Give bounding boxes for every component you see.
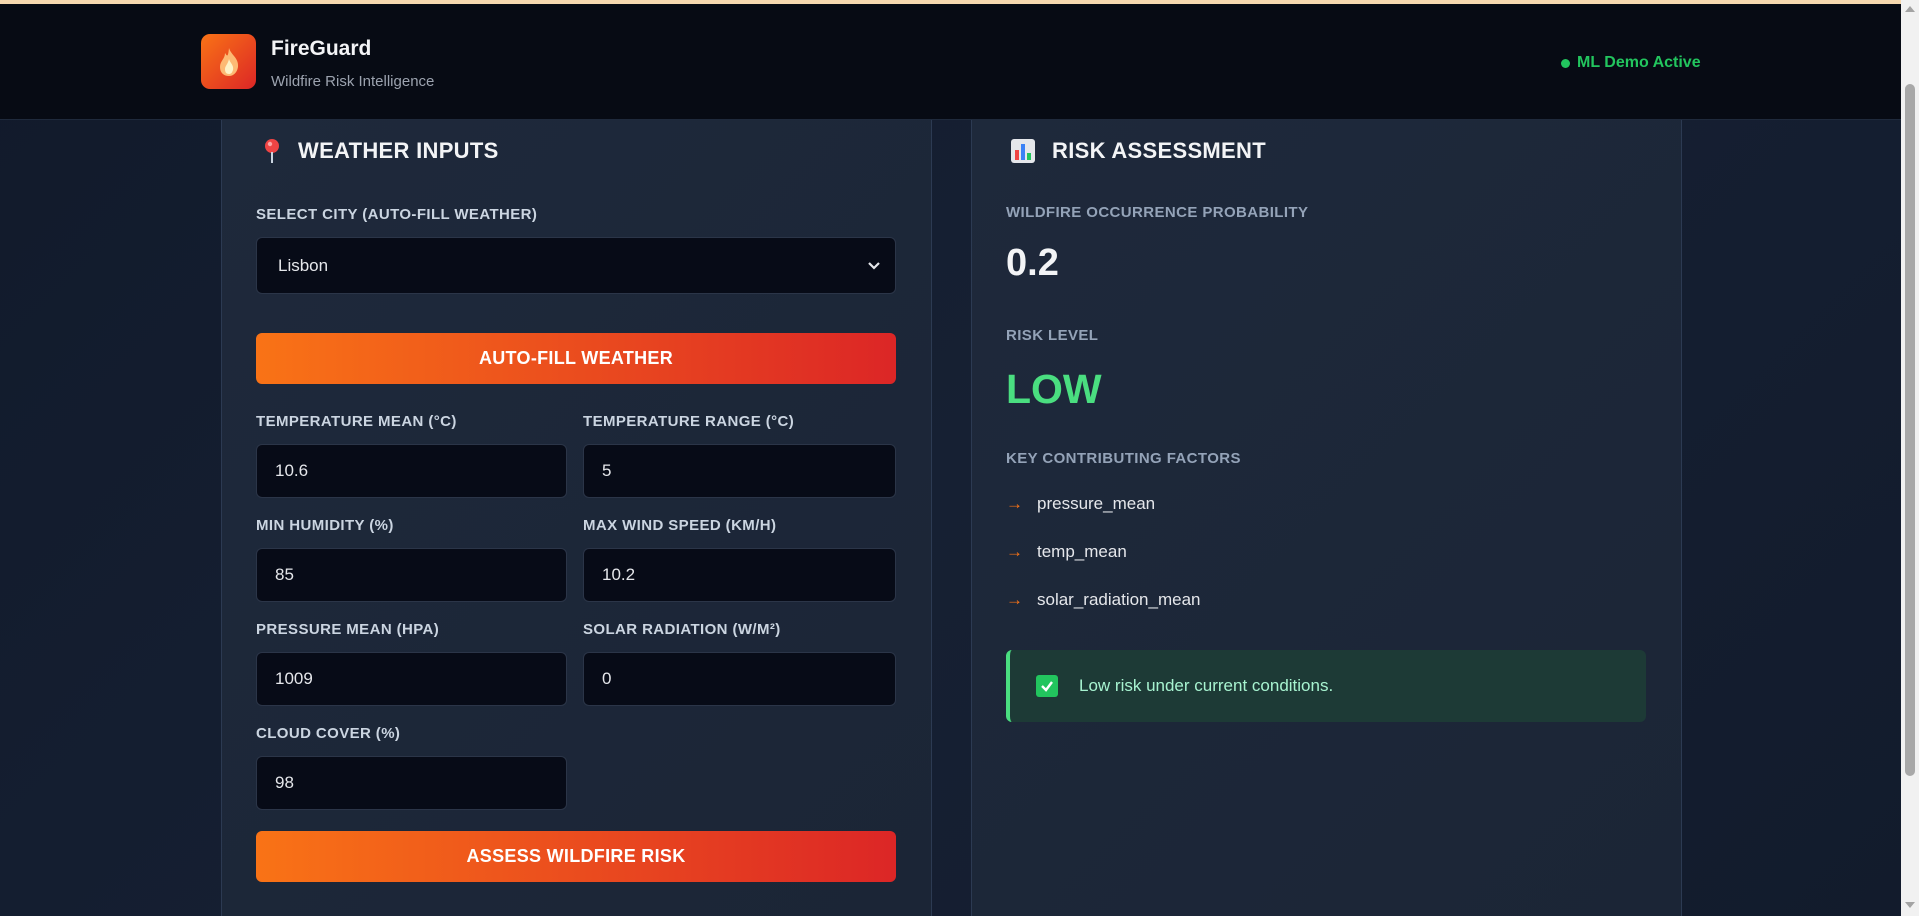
cloud-cover-input[interactable]: 98 [256,756,567,810]
factor-item: → solar_radiation_mean [1006,590,1201,610]
scrollbar[interactable] [1901,0,1919,916]
probability-label: WILDFIRE OCCURRENCE PROBABILITY [1006,204,1309,221]
factor-item: → pressure_mean [1006,494,1155,514]
alert-text: Low risk under current conditions. [1079,676,1334,695]
factors-label: KEY CONTRIBUTING FACTORS [1006,450,1241,467]
pressure-input[interactable]: 1009 [256,652,567,706]
scroll-down-icon[interactable] [1905,902,1915,908]
factor-label: temp_mean [1037,542,1127,561]
min-humidity-input[interactable]: 85 [256,548,567,602]
temp-mean-input[interactable]: 10.6 [256,444,567,498]
min-humidity-label: MIN HUMIDITY (%) [256,517,394,534]
temp-range-input[interactable]: 5 [583,444,896,498]
arrow-right-icon: → [1006,494,1023,513]
city-select-value: Lisbon [278,255,329,275]
weather-panel-title: WEATHER INPUTS [298,138,499,163]
weather-panel-header: WEATHER INPUTS [262,138,499,164]
checkbox-check-icon [1036,675,1058,697]
city-select[interactable]: Lisbon [256,237,896,294]
risk-panel-title: RISK ASSESSMENT [1052,138,1266,163]
map-pin-icon [265,139,279,163]
risk-assessment-panel: RISK ASSESSMENT WILDFIRE OCCURRENCE PROB… [971,120,1682,916]
factor-label: pressure_mean [1037,494,1156,513]
city-select-label: SELECT CITY (AUTO-FILL WEATHER) [256,206,538,223]
arrow-right-icon: → [1006,590,1023,609]
solar-radiation-input[interactable]: 0 [583,652,896,706]
status-text: ML Demo Active [1577,54,1701,71]
temp-range-label: TEMPERATURE RANGE (°C) [583,413,795,430]
brand-title: FireGuard [271,37,372,60]
factor-label: solar_radiation_mean [1037,590,1201,609]
header: FireGuard Wildfire Risk Intelligence ML … [0,4,1901,120]
cloud-cover-label: CLOUD COVER (%) [256,725,401,742]
risk-level-value: LOW [1006,366,1102,412]
arrow-right-icon: → [1006,542,1023,561]
factor-item: → temp_mean [1006,542,1127,562]
autofill-weather-button[interactable]: AUTO-FILL WEATHER [256,333,896,384]
page: FireGuard Wildfire Risk Intelligence ML … [0,0,1919,916]
logo [201,34,256,89]
probability-value: 0.2 [1006,242,1059,284]
risk-level-label: RISK LEVEL [1006,327,1099,344]
scroll-thumb[interactable] [1905,84,1915,776]
status-dot-icon [1561,58,1570,68]
assess-risk-button[interactable]: ASSESS WILDFIRE RISK [256,831,896,882]
bar-chart-icon [1011,139,1035,163]
temp-mean-label: TEMPERATURE MEAN (°C) [256,413,457,430]
risk-panel-header: RISK ASSESSMENT [1010,138,1266,164]
solar-radiation-label: SOLAR RADIATION (W/M²) [583,621,781,638]
max-wind-input[interactable]: 10.2 [583,548,896,602]
weather-inputs-panel: WEATHER INPUTS SELECT CITY (AUTO-FILL WE… [221,120,932,916]
brand-subtitle: Wildfire Risk Intelligence [271,73,435,90]
risk-alert: Low risk under current conditions. [1006,650,1646,722]
status-indicator: ML Demo Active [1561,54,1701,72]
scroll-up-icon[interactable] [1905,6,1915,12]
chevron-down-icon [868,261,880,270]
flame-icon [219,47,238,76]
pressure-label: PRESSURE MEAN (HPA) [256,621,440,638]
max-wind-label: MAX WIND SPEED (KM/H) [583,517,777,534]
